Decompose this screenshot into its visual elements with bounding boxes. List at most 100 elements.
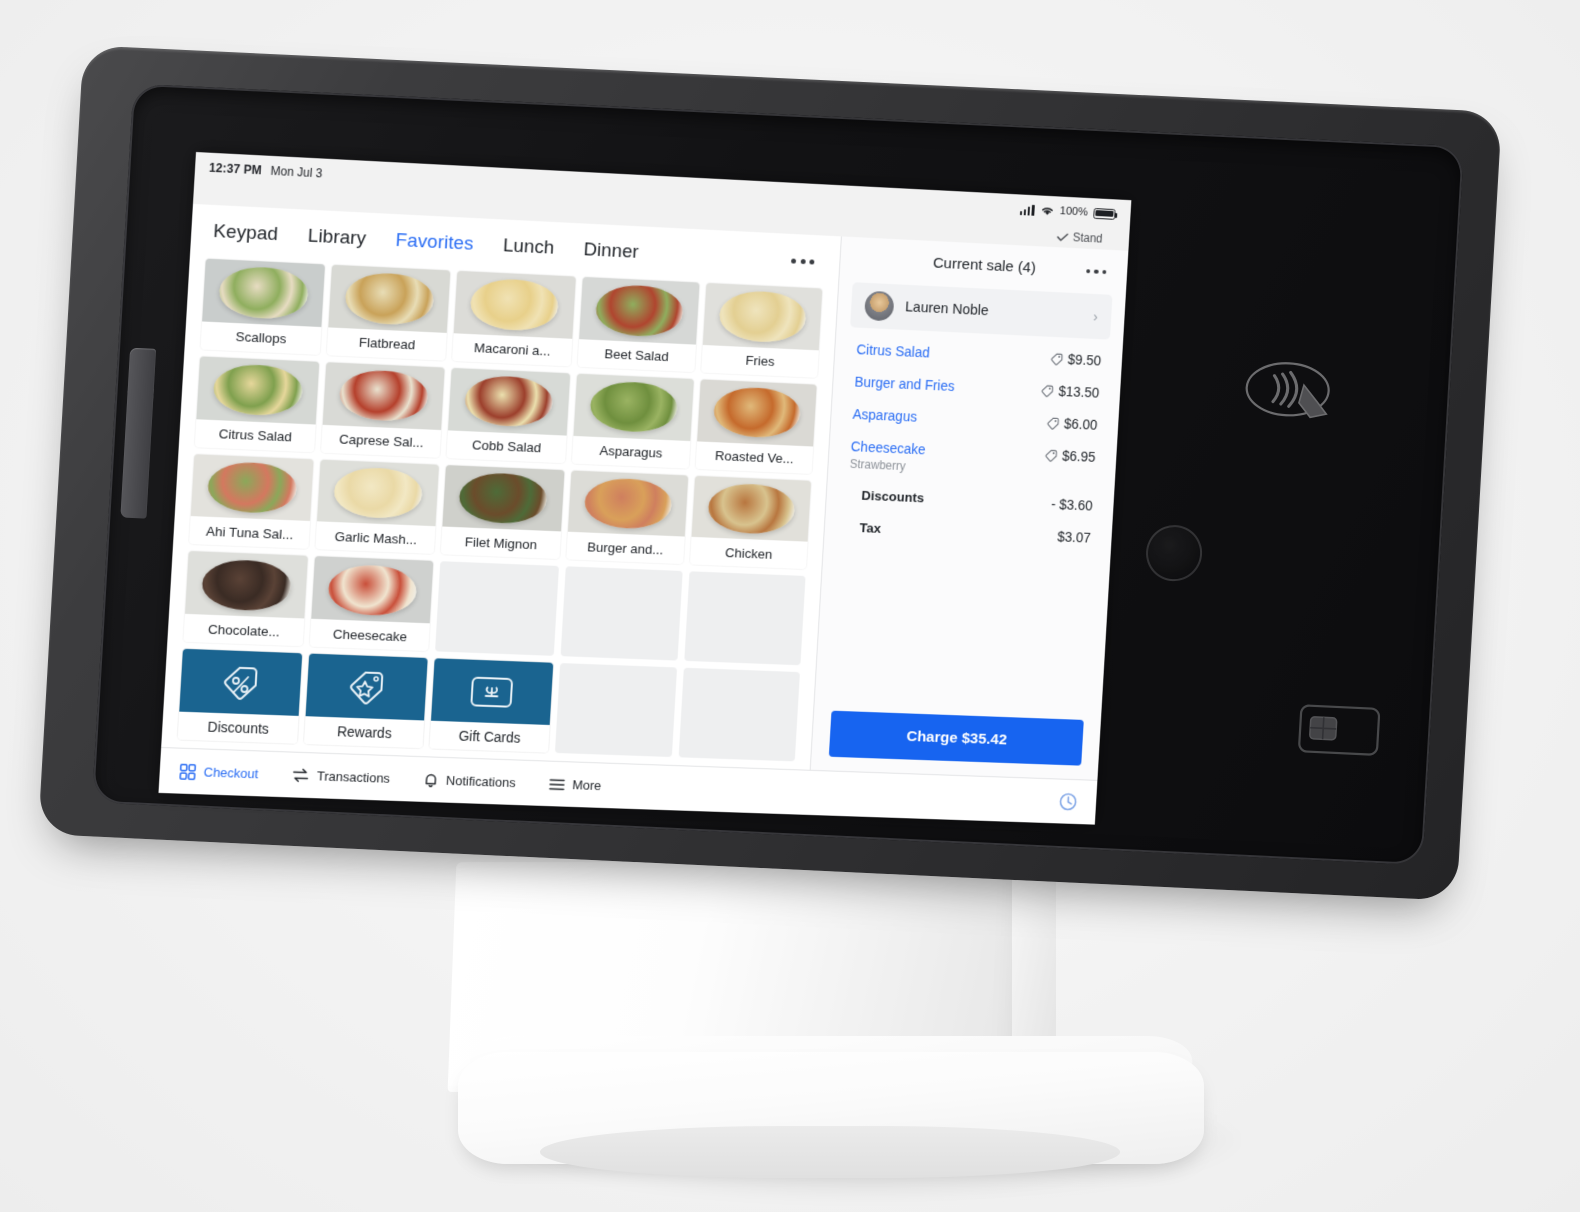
discount-tag-icon [1045,448,1058,461]
charge-button[interactable]: Charge $35.42 [828,710,1084,766]
contactless-payment-icon [1242,352,1342,426]
item-photo [448,367,570,436]
item-tile-empty[interactable] [560,566,683,661]
action-tile-gift-cards[interactable]: Gift Cards [429,658,553,753]
status-date: Mon Jul 3 [270,163,323,181]
tab-lunch[interactable]: Lunch [502,235,554,259]
cart-line-items: Citrus Salad $9.50 Burger and Fries $13.50 A… [814,327,1123,721]
item-tile-label: Flatbread [326,327,448,361]
item-tile[interactable]: Flatbread [326,264,451,361]
item-tile-label: Garlic Mash... [315,521,436,555]
item-tile[interactable]: Macaroni a... [452,270,576,367]
item-tile-label: Ahi Tuna Sal... [189,516,311,550]
cart-line-item[interactable]: Cheesecake Strawberry $6.95 [849,438,1095,481]
item-photo [696,379,817,447]
cart-line-amount-wrap: $13.50 [1041,382,1100,401]
item-photo [322,361,446,430]
action-tile-discounts[interactable]: Discounts [177,648,303,744]
item-tile[interactable]: Burger and... [565,470,689,565]
item-tile-empty[interactable] [435,561,559,657]
item-photo [184,551,309,619]
battery-icon [1093,207,1116,220]
item-tile[interactable]: Caprese Sal... [321,361,446,458]
food-image [218,265,310,320]
wifi-icon [1040,205,1055,216]
item-tile-label: Beet Salad [577,338,696,372]
cart-line-amount: $6.95 [1061,447,1096,465]
food-image [712,386,802,440]
tab-keypad[interactable]: Keypad [213,221,279,246]
cart-line-name: Citrus Salad [856,341,931,361]
tab-overflow-menu-icon[interactable] [791,258,818,265]
food-image [338,368,430,423]
food-image [469,277,560,332]
customer-name: Lauren Noble [904,299,989,320]
cart-overflow-menu-icon[interactable] [1085,268,1107,275]
item-tile[interactable]: Cobb Salad [446,367,570,463]
cart-total-row[interactable]: Discounts - $3.60 [861,488,1093,514]
nav-item-notifications[interactable]: Notifications [423,772,516,791]
food-image [332,466,424,520]
cart-total-label: Tax [859,520,882,536]
item-tile[interactable]: Garlic Mash... [315,459,440,555]
discount-tag-icon [1041,384,1054,397]
cart-line-amount-wrap: $6.00 [1046,415,1098,433]
tab-library[interactable]: Library [307,226,366,251]
item-tile[interactable]: Roasted Ve... [695,379,817,474]
item-tile[interactable]: Cheesecake [309,556,434,652]
nav-item-transactions[interactable]: Transactions [292,768,390,786]
cart-total-row[interactable]: Tax $3.07 [859,520,1091,545]
cart-title: Current sale (4) [932,254,1037,277]
item-tile-label: Burger and... [565,532,685,565]
discount-tag-icon [1047,416,1060,429]
item-tile-label: Filet Mignon [441,526,561,560]
grid-icon [179,763,197,780]
item-photo [311,556,434,624]
item-tile[interactable]: Beet Salad [577,276,700,372]
stand-label: Stand [1072,230,1103,246]
item-tile-label: Fries [700,344,819,378]
nav-item-checkout[interactable]: Checkout [179,763,259,782]
cart-line-amount-wrap: $6.95 [1045,447,1096,465]
item-tile[interactable]: Chocolate... [183,551,309,647]
item-tile-label: Citrus Salad [194,418,316,452]
item-tile-empty[interactable] [678,667,800,762]
current-sale-panel: Current sale (4) Lauren Noble › Citrus S… [810,236,1129,780]
hamburger-icon [549,778,565,790]
action-tile-rewards[interactable]: Rewards [304,653,429,749]
item-photo [578,276,700,345]
item-tile[interactable]: Chicken [689,475,812,570]
cart-line-item[interactable]: Burger and Fries $13.50 [854,374,1099,401]
item-photo [190,453,314,522]
stand-base-foot [540,1126,1120,1178]
discount-tag-icon [1050,352,1063,365]
cart-line-item[interactable]: Asparagus $6.00 [852,406,1097,433]
cellular-signal-icon [1019,204,1035,216]
cart-total-label: Discounts [861,487,925,506]
cart-line-amount: $13.50 [1058,383,1100,401]
item-tile[interactable]: Filet Mignon [441,464,565,560]
nav-item-more[interactable]: More [548,776,602,793]
item-tile[interactable]: Asparagus [571,373,694,469]
cart-line-item[interactable]: Citrus Salad $9.50 [856,341,1101,368]
side-button-upper[interactable] [127,347,157,401]
avatar [864,290,895,322]
item-tile[interactable]: Fries [700,282,823,378]
item-tile[interactable]: Ahi Tuna Sal... [189,453,314,550]
item-tile-empty[interactable] [684,571,806,666]
item-tile-label: Asparagus [571,435,691,469]
check-icon [1056,232,1068,241]
nav-label-notifications: Notifications [445,772,517,791]
nav-item-clock[interactable] [1059,792,1078,811]
cart-line-amount-wrap: $9.50 [1050,351,1102,368]
tab-dinner[interactable]: Dinner [583,239,639,263]
item-tile[interactable]: Citrus Salad [194,356,320,452]
item-grid: Scallops Flatbread Macaroni a... Beet Salad… [161,258,838,770]
tab-favorites[interactable]: Favorites [395,230,474,256]
item-tile-label: Caprese Sal... [321,424,442,458]
item-tile[interactable]: Scallops [200,258,326,355]
action-tile-label: Rewards [304,716,425,749]
item-tile-label: Cobb Salad [446,429,567,463]
item-photo [702,282,823,351]
item-tile-empty[interactable] [554,663,677,758]
